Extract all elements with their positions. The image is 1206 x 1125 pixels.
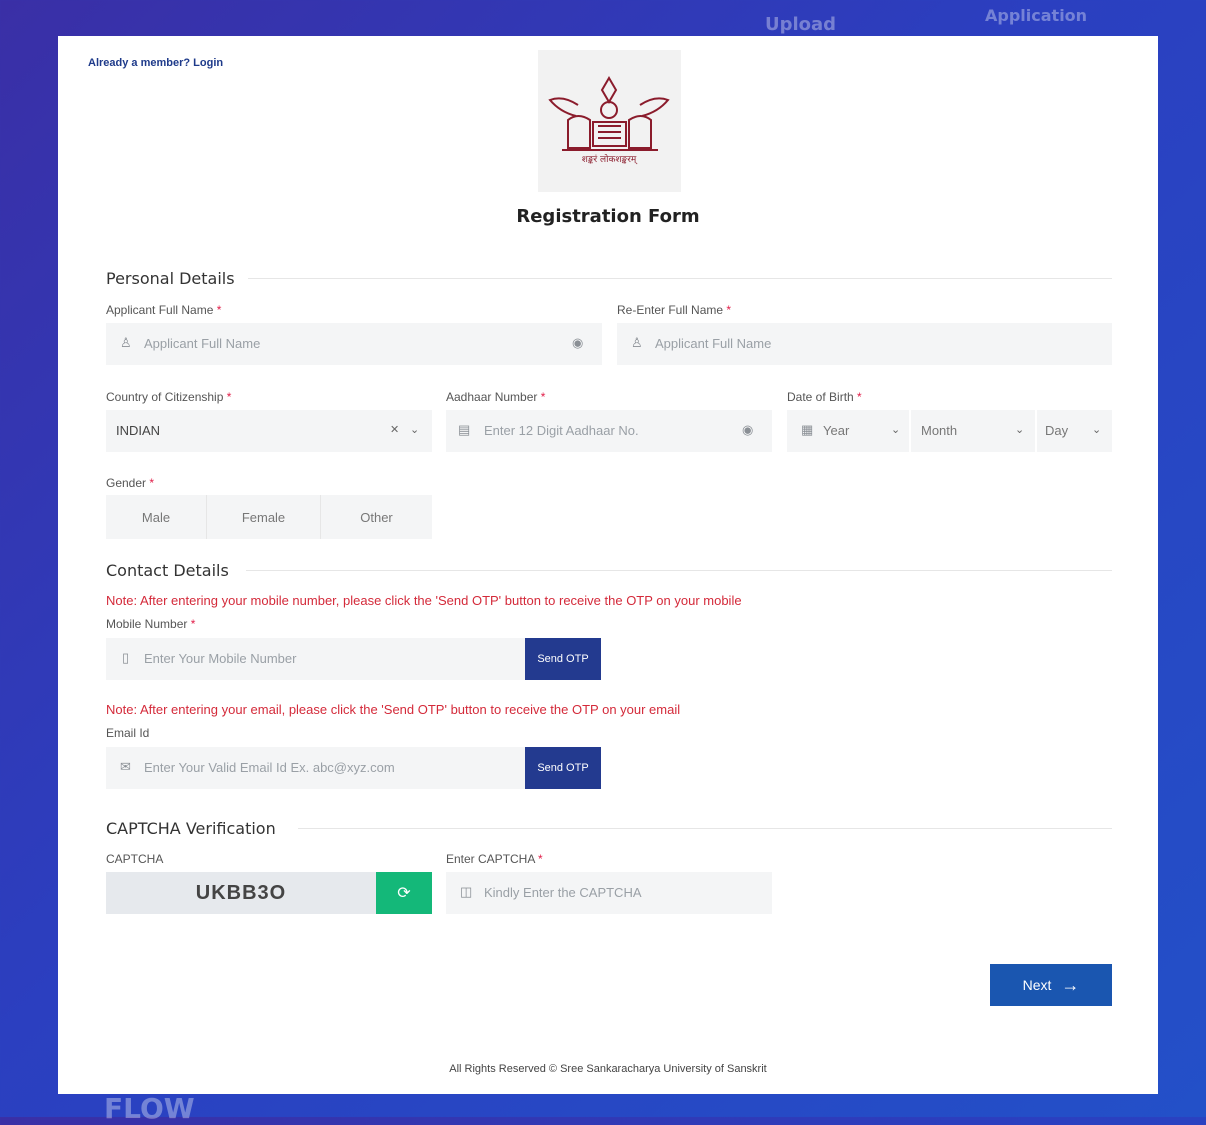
full-name-placeholder: Applicant Full Name: [144, 336, 261, 351]
next-label: Next: [1022, 977, 1052, 993]
aadhaar-field[interactable]: ▤ Enter 12 Digit Aadhaar No. ◉: [446, 410, 772, 452]
phone-icon: ▯: [122, 650, 130, 665]
chevron-down-icon[interactable]: ⌄: [410, 423, 419, 436]
eye-icon[interactable]: ◉: [572, 335, 583, 351]
mobile-label: Mobile Number *: [106, 617, 196, 631]
chevron-down-icon: ⌄: [1015, 424, 1025, 436]
section-title-contact: Contact Details: [106, 561, 229, 580]
aadhaar-label: Aadhaar Number *: [446, 390, 546, 404]
reenter-name-field[interactable]: ♙ Applicant Full Name: [617, 323, 1112, 365]
aadhaar-placeholder: Enter 12 Digit Aadhaar No.: [484, 423, 639, 438]
email-otp-note: Note: After entering your email, please …: [106, 702, 681, 717]
dob-year: Year: [823, 423, 850, 438]
id-card-icon: ▤: [458, 422, 471, 437]
email-placeholder: Enter Your Valid Email Id Ex. abc@xyz.co…: [144, 760, 395, 775]
country-label: Country of Citizenship *: [106, 390, 232, 404]
calendar-icon: ▦: [801, 422, 814, 437]
user-icon: ♙: [120, 335, 132, 350]
arrow-right-icon: →: [1061, 974, 1080, 995]
send-otp-mobile-button[interactable]: Send OTP: [525, 638, 601, 680]
registration-card: Already a member? Login शङ्करं लोकशङ्करम…: [58, 36, 1158, 1094]
section-title-personal: Personal Details: [106, 269, 235, 288]
shield-icon: ◫: [460, 884, 473, 899]
captcha-code: UKBB3O: [106, 872, 376, 914]
reenter-name-label: Re-Enter Full Name *: [617, 303, 732, 317]
full-name-field[interactable]: ♙ Applicant Full Name ◉: [106, 323, 602, 365]
enter-captcha-label: Enter CAPTCHA *: [446, 852, 543, 866]
captcha-placeholder: Kindly Enter the CAPTCHA: [484, 885, 642, 900]
dob-day: Day: [1045, 423, 1069, 438]
gender-male[interactable]: Male: [106, 495, 206, 539]
captcha-label: CAPTCHA: [106, 852, 164, 866]
country-value: INDIAN: [116, 423, 161, 438]
mobile-field[interactable]: ▯ Enter Your Mobile Number: [106, 638, 526, 680]
login-link[interactable]: Already a member? Login: [88, 57, 223, 69]
chevron-down-icon: ⌄: [1092, 424, 1102, 436]
clear-icon[interactable]: ✕: [390, 423, 399, 436]
section-divider: [248, 278, 1112, 279]
email-label: Email Id: [106, 726, 150, 740]
next-button[interactable]: Next →: [990, 964, 1112, 1006]
email-field[interactable]: ✉ Enter Your Valid Email Id Ex. abc@xyz.…: [106, 747, 526, 789]
mobile-otp-note: Note: After entering your mobile number,…: [106, 593, 742, 608]
user-icon: ♙: [631, 335, 643, 350]
footer-copyright: All Rights Reserved © Sree Sankaracharya…: [449, 1063, 767, 1075]
chevron-down-icon: ⌄: [891, 424, 901, 436]
send-otp-email-button[interactable]: Send OTP: [525, 747, 601, 789]
gender-group: Male Female Other: [106, 495, 432, 539]
eye-icon[interactable]: ◉: [742, 422, 753, 438]
dob-label: Date of Birth *: [787, 390, 862, 404]
university-logo: शङ्करं लोकशङ्करम्: [538, 50, 681, 192]
bg-word-application: Application: [985, 6, 1088, 25]
refresh-icon: ⟳: [397, 885, 411, 902]
mobile-placeholder: Enter Your Mobile Number: [144, 651, 297, 666]
dob-month-select[interactable]: Month ⌄: [911, 410, 1035, 452]
gender-female[interactable]: Female: [207, 495, 320, 539]
gender-label: Gender *: [106, 476, 155, 490]
full-name-label: Applicant Full Name *: [106, 303, 222, 317]
bg-word-upload: Upload: [765, 14, 837, 35]
logo-caption: शङ्करं लोकशङ्करम्: [582, 153, 639, 165]
country-select[interactable]: INDIAN ✕ ⌄: [106, 410, 432, 452]
dob-month: Month: [921, 423, 958, 438]
section-title-captcha: CAPTCHA Verification: [106, 819, 276, 838]
section-divider: [298, 828, 1112, 829]
dob-year-select[interactable]: ▦ Year ⌄: [787, 410, 909, 452]
dob-day-select[interactable]: Day ⌄: [1037, 410, 1112, 452]
page-title: Registration Form: [516, 206, 700, 227]
mail-icon: ✉: [120, 759, 131, 774]
gender-other[interactable]: Other: [321, 495, 432, 539]
section-divider: [246, 570, 1112, 571]
refresh-captcha-button[interactable]: ⟳: [376, 872, 432, 914]
reenter-name-placeholder: Applicant Full Name: [655, 336, 772, 351]
bg-word-flow: FLOW: [104, 1092, 195, 1125]
captcha-input[interactable]: ◫ Kindly Enter the CAPTCHA: [446, 872, 772, 914]
